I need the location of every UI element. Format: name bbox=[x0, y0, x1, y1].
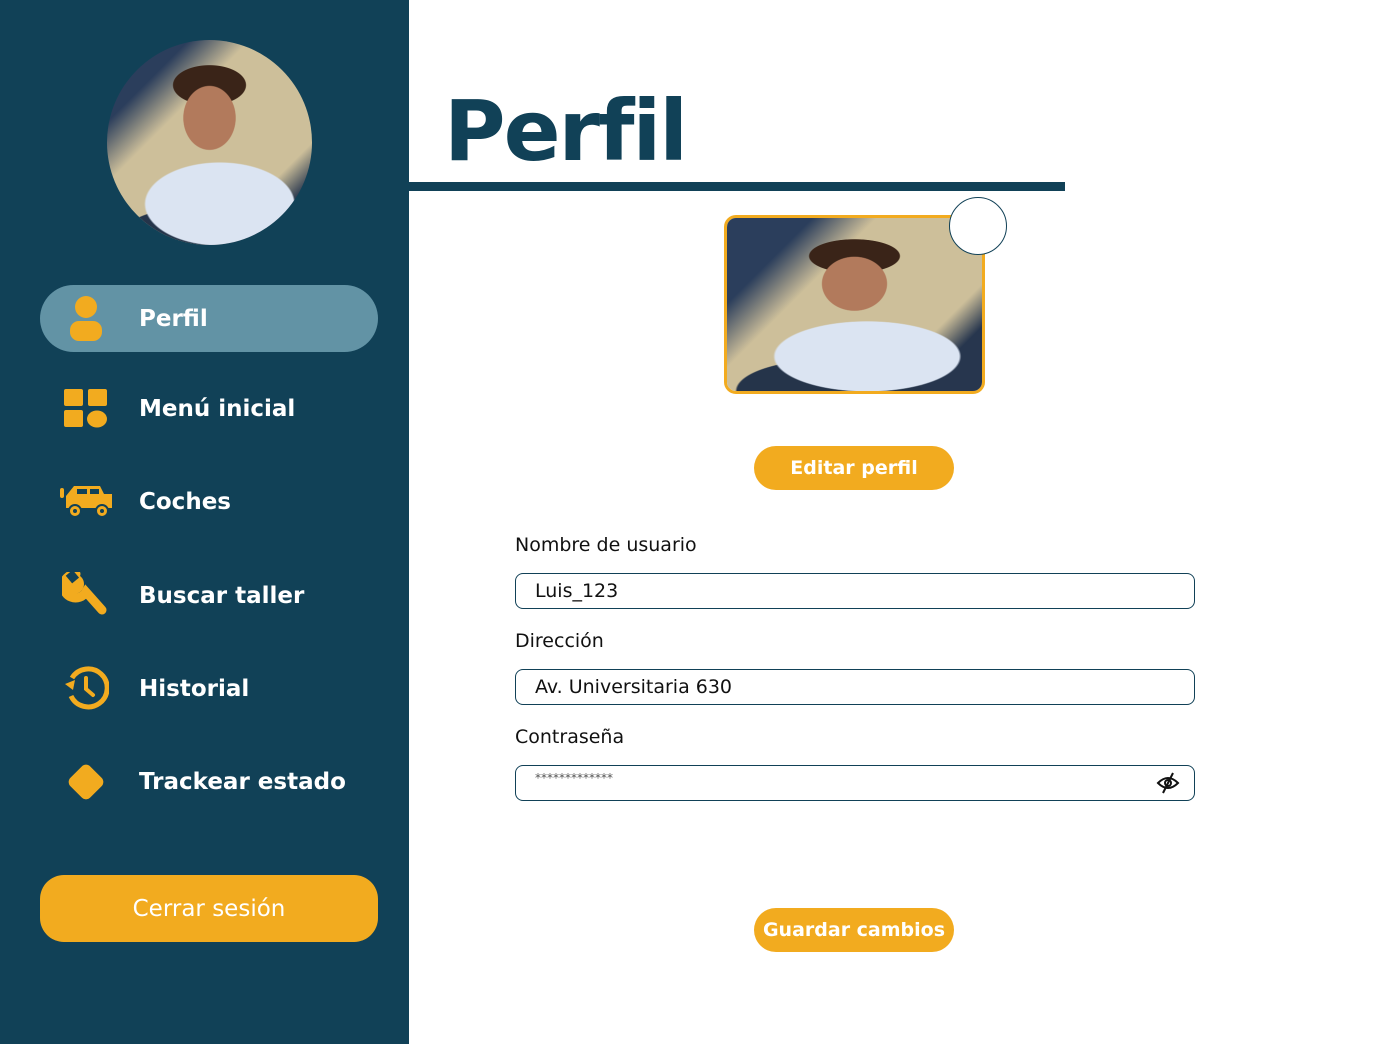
edit-profile-button[interactable]: Editar perfil bbox=[754, 446, 954, 490]
sidebar-item-label: Coches bbox=[139, 488, 231, 515]
username-label: Nombre de usuario bbox=[515, 534, 697, 556]
address-value: Av. Universitaria 630 bbox=[535, 676, 733, 698]
title-underline bbox=[409, 182, 1065, 191]
address-label: Dirección bbox=[515, 630, 604, 652]
save-changes-button[interactable]: Guardar cambios bbox=[754, 908, 954, 952]
sidebar-item-menu-inicial[interactable]: Menú inicial bbox=[40, 375, 378, 442]
change-photo-button[interactable] bbox=[949, 197, 1007, 255]
user-icon bbox=[60, 293, 112, 345]
sidebar-item-trackear-estado[interactable]: Trackear estado bbox=[40, 748, 378, 815]
diamond-icon bbox=[60, 756, 112, 808]
sidebar-item-label: Historial bbox=[139, 675, 250, 702]
wrench-icon bbox=[60, 570, 112, 622]
sidebar-item-label: Menú inicial bbox=[139, 395, 296, 422]
username-field[interactable]: Luis_123 bbox=[515, 573, 1195, 609]
logout-button[interactable]: Cerrar sesión bbox=[40, 875, 378, 942]
sidebar-item-buscar-taller[interactable]: Buscar taller bbox=[40, 562, 378, 629]
history-icon bbox=[60, 663, 112, 715]
sidebar: Perfil Menú inicial Coches Buscar taller… bbox=[0, 0, 409, 1044]
sidebar-item-historial[interactable]: Historial bbox=[40, 655, 378, 722]
avatar bbox=[107, 40, 312, 245]
username-value: Luis_123 bbox=[535, 580, 619, 602]
grid-icon bbox=[60, 383, 112, 435]
profile-picture bbox=[724, 215, 985, 394]
avatar-photo bbox=[107, 40, 312, 245]
password-value: ************* bbox=[535, 771, 613, 785]
sidebar-item-coches[interactable]: Coches bbox=[40, 468, 378, 535]
eye-off-icon[interactable] bbox=[1156, 772, 1180, 797]
page-title: Perfil bbox=[444, 82, 688, 180]
address-field[interactable]: Av. Universitaria 630 bbox=[515, 669, 1195, 705]
sidebar-item-perfil[interactable]: Perfil bbox=[40, 285, 378, 352]
sidebar-item-label: Trackear estado bbox=[139, 768, 346, 795]
password-label: Contraseña bbox=[515, 726, 625, 748]
sidebar-item-label: Buscar taller bbox=[139, 582, 305, 609]
password-field[interactable]: ************* bbox=[515, 765, 1195, 801]
sidebar-item-label: Perfil bbox=[139, 305, 208, 332]
profile-photo bbox=[727, 218, 982, 391]
car-icon bbox=[60, 476, 112, 528]
